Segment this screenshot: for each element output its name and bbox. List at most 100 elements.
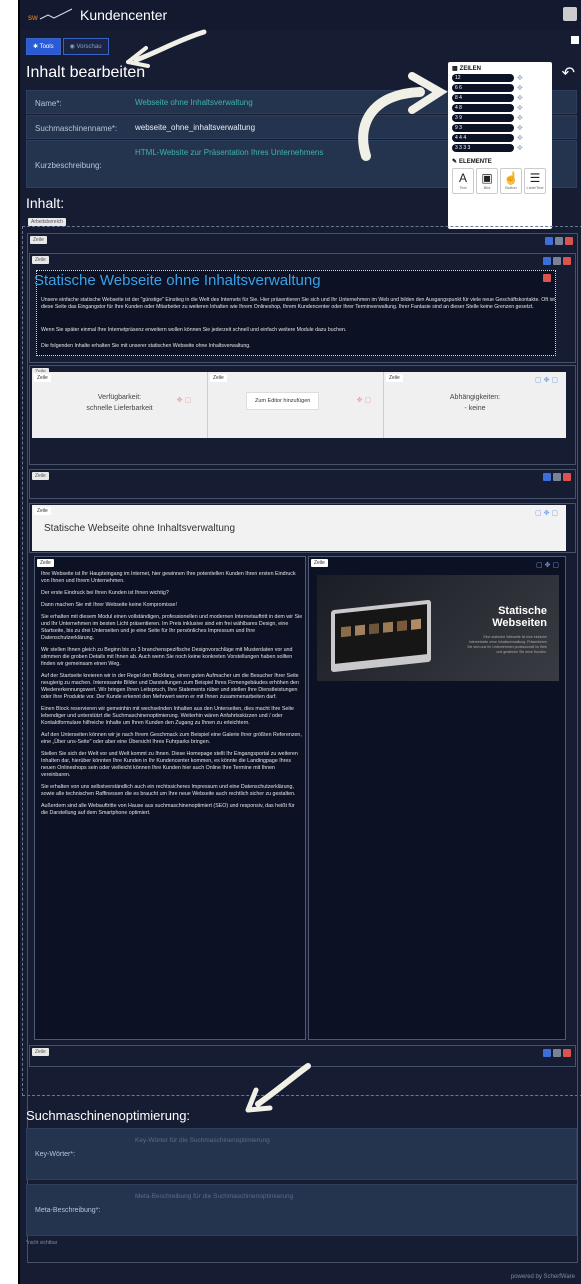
product-cards: Zeile Verfügbarkeit: schnelle Lieferbark… [32,372,566,438]
body-paragraph: Außerdem sind alle Webauftritte von Haus… [41,803,295,816]
body-paragraph: Sie erhalten von uns selbstverständlich … [41,784,296,797]
edit-icon[interactable]: ▢ ✥ ▢ [535,376,558,384]
mockup-title: Statische Webseiten [492,605,547,629]
top-bar: sw Kundencenter [20,0,581,30]
intro-paragraph: Unsere einfache statische Webseite ist d… [41,297,555,310]
row-preset[interactable]: 4 4 4 ✥ [452,134,548,142]
drag-icon[interactable]: ✥ [517,144,523,152]
availability-card[interactable]: Zeile Verfügbarkeit: schnelle Lieferbark… [32,372,208,438]
row-preset[interactable]: 9 3 ✥ [452,124,548,132]
element-image[interactable]: ▣ Bild [476,168,498,194]
body-paragraph: Auf den Unterseiten können wir je nach I… [41,732,302,745]
availability-value: schnelle Lieferbarkeit [86,405,153,412]
drag-icon[interactable]: ✥ [517,124,523,132]
image-block[interactable]: Zeile ▢ ✥ ▢ Statische Webseiten Eine stat… [308,556,566,1040]
editor-card[interactable]: Zeile Zum Editor hinzufügen ✥ ▢ [208,372,384,438]
drag-icon[interactable]: ✥ [517,104,523,112]
edit-icon[interactable] [545,237,553,245]
settings-icon[interactable] [553,1049,561,1057]
row-tag: Zeile [30,236,47,244]
row-controls [545,237,573,245]
row-preset[interactable]: 6 6 ✥ [452,84,548,92]
body-paragraph: Dann machen Sie mit Ihrer Webseite keine… [41,602,177,608]
drag-icon[interactable]: ✥ [517,84,523,92]
content-title: Inhalt: [26,195,65,211]
delete-icon[interactable] [563,1049,571,1057]
row-controls [543,473,571,481]
seo-title: Suchmaschinenoptimierung: [26,1108,191,1123]
tools-button[interactable]: ✱ Tools [26,38,61,55]
edit-icon[interactable]: ▢ ✥ ▢ [536,561,559,569]
delete-icon[interactable] [563,257,571,265]
body-paragraph: Einen Block reservieren wir gemeinhin mi… [41,706,294,726]
body-paragraph: Auf der Startseite kreieren wir in der R… [41,673,299,700]
drag-icon[interactable]: ✥ [517,94,523,102]
row-preset[interactable]: 8 4 ✥ [452,94,548,102]
body-paragraph: Sie erhalten mit diesem Modul einen voll… [41,614,303,641]
body-paragraph: Wir stellen Ihnen gleich zu Beginn bis z… [41,647,293,667]
row-preset[interactable]: 12 ✥ [452,74,548,82]
mockup-description: Eine statische Webseite ist eine einfach… [467,635,547,654]
keywords-input[interactable]: Key-Wörter für die Suchmaschinenoptimier… [135,1137,270,1144]
back-arrow-icon[interactable]: ↶ [562,63,575,83]
body-paragraph: Stellen Sie sich der Welt vor und Welt k… [41,751,298,778]
intro-title: Statische Webseite ohne Inhaltsverwaltun… [34,272,321,289]
row-preset[interactable]: 4 8 ✥ [452,104,548,112]
hint-arrow-icon [245,1063,311,1113]
builder-palette: ▦ ZEILEN 12 ✥ 6 6 ✥ 8 4 ✥ 4 8 ✥ 3 9 ✥ 9 3 ✥ 4 4… [448,62,552,229]
settings-icon[interactable] [553,473,561,481]
settings-icon[interactable] [553,257,561,265]
element-button[interactable]: ☝ Button [500,168,522,194]
user-avatar-icon[interactable] [563,7,577,21]
pointer-icon: ☝ [503,171,519,185]
footer-credit: powered by ScherfWare [510,1274,575,1280]
element-list[interactable]: ☰ Liste/Text [524,168,546,194]
move-icon[interactable]: ✥ ▢ [177,396,191,404]
element-text[interactable]: A Text [452,168,474,194]
edit-icon[interactable] [543,257,551,265]
delete-icon[interactable] [565,237,573,245]
delete-icon[interactable] [543,274,551,282]
empty-row: Zeile [29,469,576,499]
edit-icon[interactable] [543,473,551,481]
laptop-mockup-image: Statische Webseiten Eine statische Websei… [317,575,559,681]
logo: sw [28,8,73,22]
edit-icon[interactable]: ▢ ✥ ▢ [535,509,558,517]
wrench-icon: ✎ [452,159,458,165]
keywords-field[interactable]: Key-Wörter*: Key-Wörter für die Suchmasc… [26,1128,577,1180]
element-grid: A Text ▣ Bild ☝ Button ☰ Liste/Text [452,168,548,194]
brand-title: Kundencenter [80,7,168,23]
row-tag: Zeile [32,256,49,264]
view-toggle: ✱ Tools ◉ Vorschau [26,38,109,55]
drag-icon[interactable]: ✥ [517,134,523,142]
row-tag: Zeile [34,507,51,515]
laptop-screen [335,604,427,664]
drag-icon[interactable]: ✥ [517,74,523,82]
corner-toggle[interactable] [571,36,579,44]
drag-icon[interactable]: ✥ [517,114,523,122]
row-tag: Zeile [34,374,51,382]
hint-arrow-icon [358,72,448,161]
text-block[interactable]: Zeile Ihre Webseite ist Ihr Haupteingang… [34,556,306,1040]
grid-icon: ▦ [452,66,458,72]
edit-icon[interactable] [543,1049,551,1057]
meta-description-input[interactable]: Meta-Beschreibung für die Suchmaschineno… [135,1193,293,1200]
row-tag: Zeile [32,472,49,480]
heading-block[interactable]: Zeile Statische Webseite ohne Inhaltsver… [32,505,566,551]
image-icon: ▣ [481,171,493,185]
meta-description-field[interactable]: Meta-Beschreibung*: Meta-Beschreibung fü… [26,1184,577,1236]
settings-icon[interactable] [555,237,563,245]
laptop-icon [331,599,431,673]
app-frame: sw Kundencenter ✱ Tools ◉ Vorschau Inhal… [18,0,581,1284]
preview-button[interactable]: ◉ Vorschau [62,38,109,55]
row-preset[interactable]: 3 3 3 3 ✥ [452,144,548,152]
dependencies-label: Abhängigkeiten: [449,394,501,401]
add-to-editor-button[interactable]: Zum Editor hinzufügen [246,392,320,410]
dependencies-card[interactable]: Zeile Abhängigkeiten: - keine ▢ ✥ ▢ [384,372,566,438]
delete-icon[interactable] [563,473,571,481]
text-icon: A [458,171,467,185]
elements-title: ✎ ELEMENTE [452,158,492,166]
row-preset[interactable]: 3 9 ✥ [452,114,548,122]
move-icon[interactable]: ✥ ▢ [357,396,371,404]
heading-text: Statische Webseite ohne Inhaltsverwaltun… [44,523,236,534]
